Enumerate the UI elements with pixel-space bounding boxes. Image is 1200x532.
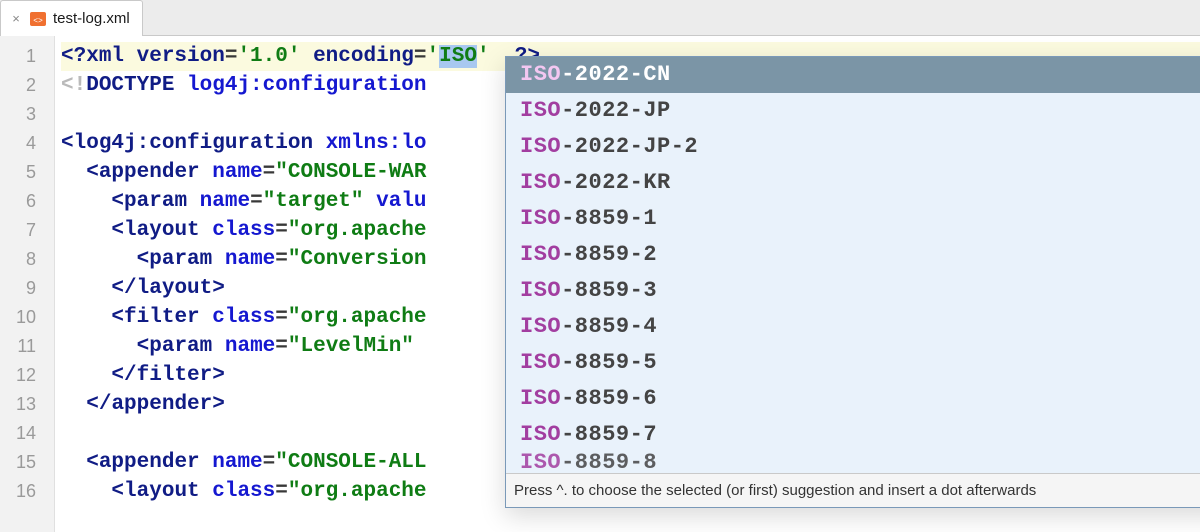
autocomplete-item[interactable]: ISO-8859-3 [506,273,1200,309]
line-number: 8 [0,245,54,274]
line-number: 7 [0,216,54,245]
xml-file-icon: <> [29,10,47,28]
autocomplete-item[interactable]: ISO-2022-JP [506,93,1200,129]
line-number: 15 [0,448,54,477]
line-number: 9 [0,274,54,303]
editor-tabbar: × <> test-log.xml [0,0,1200,36]
line-number: 6 [0,187,54,216]
autocomplete-hint-text: Press ^. to choose the selected (or firs… [514,482,1036,499]
svg-text:<>: <> [33,17,43,26]
editor-area: 12345678910111213141516 <?xml version='1… [0,36,1200,532]
autocomplete-item[interactable]: ISO-8859-1 [506,201,1200,237]
autocomplete-popup: ISO-2022-CNISO-2022-JPISO-2022-JP-2ISO-2… [505,56,1200,508]
line-number: 1 [0,42,54,71]
autocomplete-item[interactable]: ISO-8859-2 [506,237,1200,273]
line-number: 10 [0,303,54,332]
close-icon[interactable]: × [9,12,23,26]
line-number-gutter: 12345678910111213141516 [0,36,55,532]
file-tab[interactable]: × <> test-log.xml [0,0,143,36]
autocomplete-item[interactable]: ISO-8859-8 [506,453,1200,473]
line-number: 12 [0,361,54,390]
line-number: 2 [0,71,54,100]
autocomplete-list[interactable]: ISO-2022-CNISO-2022-JPISO-2022-JP-2ISO-2… [506,57,1200,473]
line-number: 11 [0,332,54,361]
line-number: 14 [0,419,54,448]
autocomplete-item[interactable]: ISO-8859-7 [506,417,1200,453]
autocomplete-item[interactable]: ISO-8859-5 [506,345,1200,381]
line-number: 4 [0,129,54,158]
autocomplete-item[interactable]: ISO-2022-JP-2 [506,129,1200,165]
autocomplete-item[interactable]: ISO-8859-4 [506,309,1200,345]
code-area[interactable]: <?xml version='1.0' encoding='ISO' ?><!D… [55,36,1200,532]
line-number: 13 [0,390,54,419]
autocomplete-item[interactable]: ISO-8859-6 [506,381,1200,417]
line-number: 3 [0,100,54,129]
line-number: 5 [0,158,54,187]
line-number: 16 [0,477,54,506]
autocomplete-item[interactable]: ISO-2022-KR [506,165,1200,201]
file-tab-label: test-log.xml [53,10,130,27]
autocomplete-hint-bar: Press ^. to choose the selected (or firs… [506,473,1200,507]
autocomplete-item[interactable]: ISO-2022-CN [506,57,1200,93]
